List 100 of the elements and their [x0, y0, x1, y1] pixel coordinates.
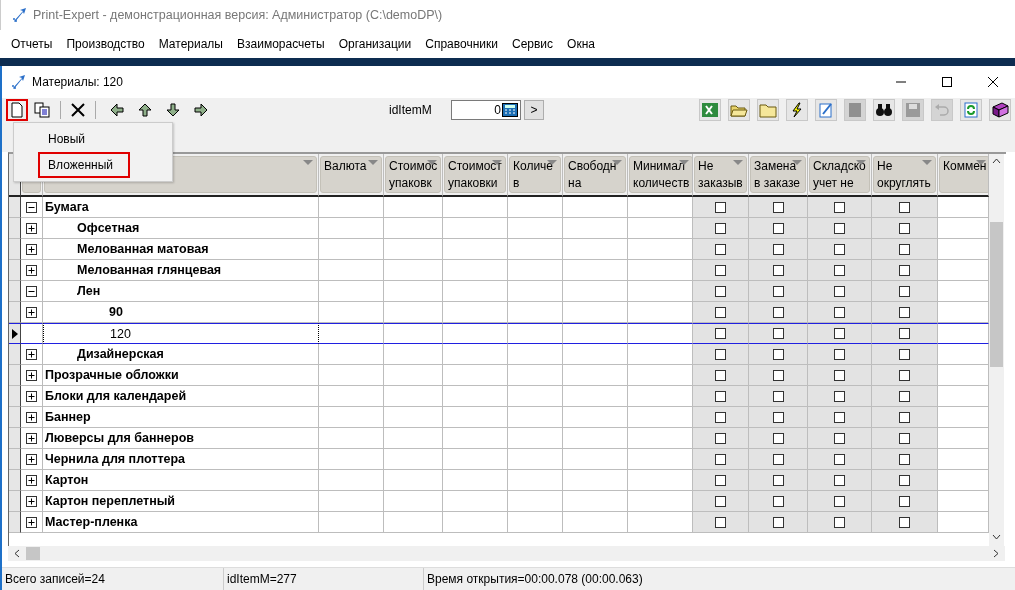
refresh-button[interactable]	[960, 99, 982, 121]
checkbox[interactable]	[715, 453, 726, 465]
checkbox[interactable]	[772, 516, 784, 528]
checkbox[interactable]	[715, 264, 726, 276]
checkbox[interactable]	[899, 453, 910, 465]
row-indicator[interactable]	[9, 344, 21, 365]
menu-item[interactable]: Справочники	[425, 37, 498, 51]
checkbox[interactable]	[834, 285, 845, 297]
table-row[interactable]: 90	[9, 302, 989, 323]
tree-item-label[interactable]: Баннер	[43, 410, 91, 424]
row-indicator[interactable]	[9, 386, 21, 407]
expand-toggle[interactable]	[26, 369, 37, 381]
go-button[interactable]: >	[524, 100, 544, 120]
expand-toggle[interactable]	[26, 432, 37, 444]
checkbox[interactable]	[772, 495, 784, 507]
expand-toggle[interactable]	[26, 390, 37, 402]
expand-toggle[interactable]	[26, 285, 37, 297]
checkbox[interactable]	[899, 328, 910, 339]
row-indicator[interactable]	[9, 197, 21, 218]
checkbox[interactable]	[834, 243, 845, 255]
scroll-right-icon[interactable]	[993, 549, 999, 558]
checkbox[interactable]	[715, 222, 726, 234]
checkbox[interactable]	[899, 306, 910, 318]
checkbox[interactable]	[772, 348, 784, 360]
tree-item-label[interactable]: Бумага	[43, 200, 89, 214]
checkbox[interactable]	[899, 348, 910, 360]
checkbox[interactable]	[772, 411, 784, 423]
horizontal-scrollbar[interactable]	[8, 546, 1005, 561]
menu-item[interactable]: Отчеты	[11, 37, 53, 51]
close-icon[interactable]	[987, 76, 999, 88]
menu-item[interactable]: Производство	[66, 37, 145, 51]
tree-item-label[interactable]: Мелованная матовая	[43, 242, 209, 256]
row-indicator[interactable]	[9, 260, 21, 281]
checkbox[interactable]	[772, 432, 784, 444]
row-indicator[interactable]	[9, 512, 21, 533]
checkbox[interactable]	[899, 222, 910, 234]
checkbox[interactable]	[772, 474, 784, 486]
tree-item-label[interactable]: 120	[44, 326, 131, 341]
excel-button[interactable]	[699, 99, 721, 121]
checkbox[interactable]	[715, 516, 726, 528]
calculator-icon[interactable]	[502, 103, 518, 117]
table-row[interactable]: Баннер	[9, 407, 989, 428]
tree-item-label[interactable]: Чернила для плоттера	[43, 452, 186, 466]
row-indicator[interactable]	[9, 218, 21, 239]
checkbox[interactable]	[899, 264, 910, 276]
checkbox[interactable]	[834, 432, 845, 444]
menu-item[interactable]: Материалы	[158, 37, 223, 51]
expand-toggle[interactable]	[26, 264, 37, 276]
scroll-up-icon[interactable]	[992, 158, 1001, 164]
checkbox[interactable]	[834, 306, 845, 318]
checkbox[interactable]	[715, 306, 726, 318]
tree-item-label[interactable]: Блоки для календарей	[43, 389, 187, 403]
table-row[interactable]: Картон переплетный	[9, 491, 989, 512]
table-row[interactable]: Офсетная	[9, 218, 989, 239]
table-row[interactable]: Прозрачные обложки	[9, 365, 989, 386]
tree-item-label[interactable]: Дизайнерская	[43, 347, 164, 361]
expand-toggle[interactable]	[26, 222, 37, 234]
table-row[interactable]: Блоки для календарей	[9, 386, 989, 407]
column-header[interactable]: Количе в	[509, 156, 561, 193]
menu-item[interactable]: Новый	[38, 126, 130, 152]
checkbox[interactable]	[715, 348, 726, 360]
table-row[interactable]: Чернила для плоттера	[9, 449, 989, 470]
column-header[interactable]: Стоимост упаковки	[444, 156, 506, 193]
tree-item-label[interactable]: Люверсы для баннеров	[43, 431, 194, 445]
table-row[interactable]: 120	[9, 323, 989, 344]
table-row[interactable]: Люверсы для баннеров	[9, 428, 989, 449]
menu-item[interactable]: Организации	[338, 37, 412, 51]
expand-toggle[interactable]	[26, 516, 37, 528]
row-indicator[interactable]	[9, 407, 21, 428]
checkbox[interactable]	[834, 369, 845, 381]
checkbox[interactable]	[834, 495, 845, 507]
checkbox[interactable]	[772, 222, 784, 234]
id-input-field[interactable]: 0	[451, 100, 521, 120]
checkbox[interactable]	[834, 453, 845, 465]
row-indicator[interactable]	[9, 323, 21, 344]
vertical-scrollbar[interactable]	[989, 154, 1004, 546]
checkbox[interactable]	[715, 474, 726, 486]
expand-toggle[interactable]	[26, 453, 37, 465]
checkbox[interactable]	[772, 264, 784, 276]
maximize-icon[interactable]	[941, 76, 953, 88]
expand-toggle[interactable]	[26, 243, 37, 255]
checkbox[interactable]	[715, 369, 726, 381]
scroll-down-icon[interactable]	[992, 534, 1001, 540]
scroll-thumb[interactable]	[990, 222, 1003, 367]
checkbox[interactable]	[899, 369, 910, 381]
checkbox[interactable]	[834, 328, 845, 339]
notepad-button[interactable]	[815, 99, 837, 121]
checkbox[interactable]	[772, 328, 784, 339]
checkbox[interactable]	[772, 243, 784, 255]
row-indicator[interactable]	[9, 281, 21, 302]
column-header[interactable]: Свободн на	[564, 156, 626, 193]
open-folder-button[interactable]	[728, 99, 750, 121]
tree-item-label[interactable]: Мастер-пленка	[43, 515, 138, 529]
row-indicator[interactable]	[9, 491, 21, 512]
column-header[interactable]: Не округлять	[873, 156, 936, 193]
tree-item-label[interactable]: Прозрачные обложки	[43, 368, 179, 382]
column-header[interactable]: Стоимос упаковк	[385, 156, 442, 193]
menu-item[interactable]: Сервис	[511, 37, 554, 51]
menu-item[interactable]: Взаиморасчеты	[237, 37, 325, 51]
column-header[interactable]: Не заказыв	[694, 156, 747, 193]
